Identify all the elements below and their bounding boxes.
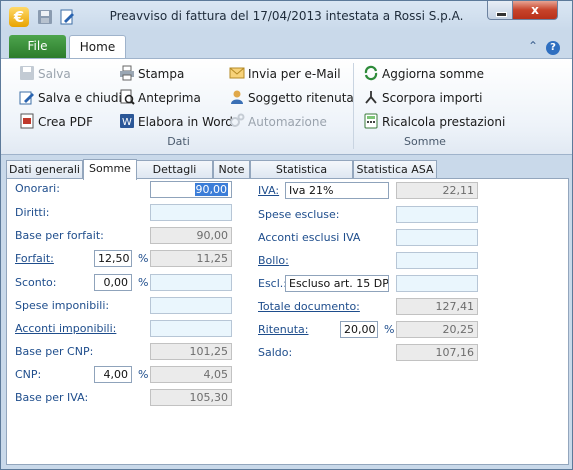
acconti-esclusi-input[interactable] — [396, 229, 478, 246]
automazione-button[interactable]: Automazione — [229, 112, 327, 132]
elabora-word-button[interactable]: W Elabora in Word — [119, 112, 233, 132]
percent-sign: % — [138, 368, 149, 381]
close-button[interactable]: x — [512, 1, 558, 20]
pdf-icon — [20, 113, 34, 129]
refresh-icon — [364, 65, 378, 81]
acconti-esclusi-label: Acconti esclusi IVA — [258, 231, 361, 244]
base-cnp-label: Base per CNP: — [15, 345, 94, 358]
minimize-button[interactable] — [487, 1, 513, 20]
ricalcola-prestazioni-button[interactable]: Ricalcola prestazioni — [363, 112, 505, 132]
onorari-label: Onorari: — [15, 182, 60, 195]
salva-button[interactable]: Salva — [19, 64, 71, 84]
title-bar: € Preavviso di fattura del 17/04/2013 in… — [1, 1, 572, 33]
group-label-dati: Dati — [167, 135, 190, 148]
stampa-button[interactable]: Stampa — [119, 64, 184, 84]
diritti-label: Diritti: — [15, 206, 50, 219]
escl-input[interactable] — [396, 275, 478, 292]
minimize-icon — [496, 12, 507, 17]
base-cnp-value: 101,25 — [150, 343, 232, 360]
bollo-input[interactable] — [396, 252, 478, 269]
percent-sign: % — [138, 252, 149, 265]
ritenuta-value: 20,25 — [396, 321, 478, 338]
email-icon — [229, 67, 245, 79]
tab-note[interactable]: Note — [213, 160, 250, 179]
totale-documento-value: 127,41 — [396, 298, 478, 315]
svg-text:W: W — [122, 117, 132, 128]
sconto-label: Sconto: — [15, 276, 57, 289]
base-iva-label: Base per IVA: — [15, 391, 89, 404]
base-iva-value: 105,30 — [150, 389, 232, 406]
cnp-label: CNP: — [15, 368, 42, 381]
tab-somme[interactable]: Somme — [83, 159, 137, 180]
base-forfait-value: 90,00 — [150, 227, 232, 244]
onorari-input[interactable]: 90,00 — [150, 181, 232, 198]
saldo-label: Saldo: — [258, 346, 293, 359]
tab-dettagli-righe[interactable]: Dettagli righe — [136, 160, 213, 194]
forfait-label: Forfait: — [15, 252, 54, 265]
cnp-percent-input[interactable]: 4,00 — [94, 366, 132, 383]
spese-imponibili-label: Spese imponibili: — [15, 299, 110, 312]
app-window: € Preavviso di fattura del 17/04/2013 in… — [0, 0, 573, 470]
iva-value: 22,11 — [396, 182, 478, 199]
diritti-input[interactable] — [150, 204, 232, 221]
sconto-percent-input[interactable]: 0,00 — [94, 274, 132, 291]
totale-documento-label: Totale documento: — [258, 300, 360, 313]
tab-home[interactable]: Home — [69, 35, 126, 59]
ritenuta-percent-input[interactable]: 20,00 — [340, 321, 378, 338]
ritenuta-label: Ritenuta: — [258, 323, 309, 336]
save-icon — [20, 66, 34, 80]
tab-file[interactable]: File — [9, 35, 66, 58]
person-icon — [231, 90, 243, 104]
invia-email-button[interactable]: Invia per e-Mail — [229, 64, 341, 84]
percent-sign: % — [384, 323, 395, 336]
base-forfait-label: Base per forfait: — [15, 229, 104, 242]
aggiorna-somme-button[interactable]: Aggiorna somme — [363, 64, 484, 84]
iva-label: IVA: — [258, 184, 280, 197]
salva-chiudi-button[interactable]: Salva e chiudi — [19, 88, 122, 108]
collapse-ribbon-icon[interactable]: ⌃ — [528, 39, 538, 53]
forfait-percent-input[interactable]: 12,50 — [94, 250, 132, 267]
acconti-imponibili-label: Acconti imponibili: — [15, 322, 117, 335]
tab-dati-generali[interactable]: Dati generali — [6, 160, 83, 179]
scorpora-importi-button[interactable]: Scorpora importi — [363, 88, 483, 108]
spese-escluse-input[interactable] — [396, 206, 478, 223]
ribbon: Salva Salva e chiudi Crea PDF Stampa Ant… — [1, 58, 572, 155]
sconto-input[interactable] — [150, 274, 232, 291]
group-label-somme: Somme — [404, 135, 446, 148]
cnp-value: 4,05 — [150, 366, 232, 383]
ribbon-tabstrip: File Home ⌃? — [1, 33, 572, 59]
printer-icon — [120, 65, 134, 81]
split-arrows-icon — [365, 91, 377, 104]
escl-label: Escl.: — [258, 277, 287, 290]
tab-statistica-operatore[interactable]: Statistica operatore — [250, 160, 353, 194]
help-icon[interactable]: ? — [546, 41, 560, 55]
escl-code-input[interactable]: Escluso art. 15 DPR 633 — [285, 275, 389, 292]
bollo-label: Bollo: — [258, 254, 289, 267]
forfait-value: 11,25 — [150, 250, 232, 267]
acconti-imponibili-input[interactable] — [150, 320, 232, 337]
soggetto-ritenuta-button[interactable]: Soggetto ritenuta — [229, 88, 354, 108]
anteprima-button[interactable]: Anteprima — [119, 88, 201, 108]
percent-sign: % — [138, 276, 149, 289]
word-icon: W — [120, 114, 134, 128]
ribbon-controls: ⌃? — [528, 39, 560, 55]
calculator-icon — [364, 113, 378, 129]
somme-panel: Onorari: 90,00 Diritti: Base per forfait… — [6, 178, 569, 465]
iva-code-input[interactable]: Iva 21% — [285, 182, 389, 199]
gears-icon — [230, 113, 245, 127]
save-close-icon — [19, 91, 34, 105]
spese-escluse-label: Spese escluse: — [258, 208, 340, 221]
preview-icon — [120, 89, 135, 105]
group-separator — [353, 63, 354, 149]
spese-imponibili-input[interactable] — [150, 297, 232, 314]
crea-pdf-button[interactable]: Crea PDF — [19, 112, 93, 132]
tab-statistica-asa[interactable]: Statistica ASA — [353, 160, 437, 179]
saldo-value: 107,16 — [396, 344, 478, 361]
